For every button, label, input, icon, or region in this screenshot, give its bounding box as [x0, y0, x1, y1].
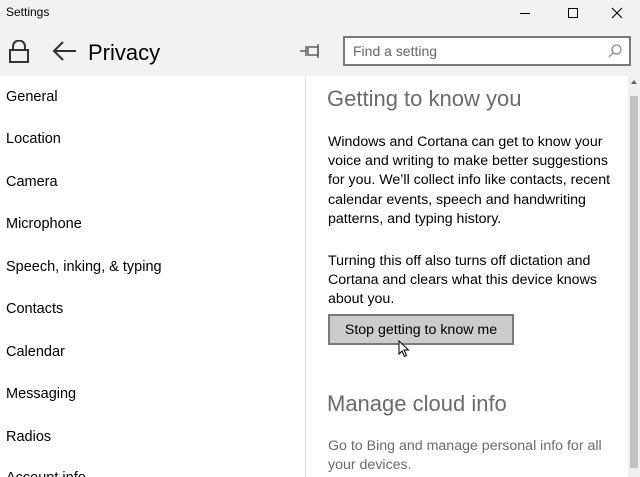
- sidebar-item-radios[interactable]: Radios: [6, 427, 296, 447]
- stop-getting-to-know-me-button[interactable]: Stop getting to know me: [328, 314, 514, 345]
- title-bar: Settings: [0, 0, 640, 26]
- sidebar-nav: General Location Camera Microphone Speec…: [0, 76, 305, 477]
- section-title-manage-cloud-info: Manage cloud info: [327, 391, 507, 416]
- close-button[interactable]: [594, 0, 640, 26]
- warning-paragraph: Turning this off also turns off dictatio…: [328, 253, 597, 308]
- sidebar-item-calendar[interactable]: Calendar: [6, 342, 296, 362]
- search-box[interactable]: [343, 36, 631, 66]
- sidebar-item-location[interactable]: Location: [6, 129, 296, 149]
- sidebar-item-microphone[interactable]: Microphone: [6, 214, 296, 234]
- sidebar-item-contacts[interactable]: Contacts: [6, 299, 296, 319]
- sidebar-item-general[interactable]: General: [6, 87, 296, 107]
- maximize-icon: [568, 8, 578, 18]
- vertical-scrollbar[interactable]: [628, 76, 640, 477]
- mouse-cursor-icon: [398, 339, 410, 363]
- description-paragraph: Windows and Cortana can get to know your…: [328, 134, 611, 227]
- cloud-info-paragraph: Go to Bing and manage personal info for …: [328, 438, 602, 474]
- window-title: Settings: [6, 5, 50, 19]
- lock-icon: [8, 39, 30, 69]
- maximize-button[interactable]: [550, 0, 596, 26]
- minimize-icon: [520, 13, 530, 14]
- minimize-button[interactable]: [502, 0, 548, 26]
- content-pane: Getting to know you Windows and Cortana …: [306, 76, 628, 477]
- close-icon: [611, 7, 623, 19]
- search-icon[interactable]: [607, 43, 623, 64]
- sidebar-item-messaging[interactable]: Messaging: [6, 384, 296, 404]
- back-arrow-icon[interactable]: [52, 40, 78, 67]
- scroll-up-arrow-icon[interactable]: [628, 76, 640, 88]
- section-title-getting-to-know-you: Getting to know you: [327, 86, 522, 111]
- page-title: Privacy: [88, 40, 161, 65]
- sidebar-item-speech[interactable]: Speech, inking, & typing: [6, 257, 296, 277]
- sidebar-item-account-info[interactable]: Account info: [6, 468, 296, 477]
- page-header: Privacy: [0, 26, 640, 76]
- sidebar-item-camera[interactable]: Camera: [6, 172, 296, 192]
- pin-icon[interactable]: [298, 42, 322, 65]
- scrollbar-thumb[interactable]: [630, 96, 638, 468]
- search-input[interactable]: [353, 42, 593, 60]
